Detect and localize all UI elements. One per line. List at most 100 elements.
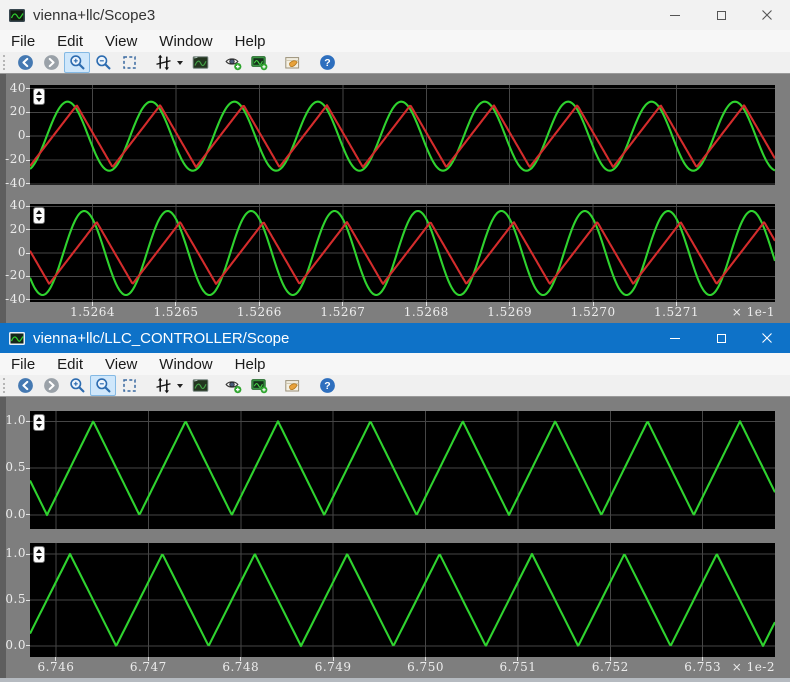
forward-button[interactable]: [38, 375, 64, 396]
minimize-button[interactable]: [652, 323, 698, 353]
titlebar[interactable]: vienna+llc/Scope3: [0, 0, 790, 30]
window-title: vienna+llc/Scope3: [33, 6, 156, 24]
zoom-out-button[interactable]: [90, 52, 116, 73]
display-settings-button[interactable]: [187, 52, 213, 73]
maximize-button[interactable]: [698, 0, 744, 30]
titlebar[interactable]: vienna+llc/LLC_CONTROLLER/Scope: [0, 323, 790, 353]
toolbar-grip[interactable]: [3, 378, 7, 393]
up-arrow-icon: [36, 210, 42, 214]
dropdown-caret-icon[interactable]: [177, 60, 183, 65]
window-title: vienna+llc/LLC_CONTROLLER/Scope: [33, 329, 290, 347]
help-button[interactable]: ?: [314, 52, 340, 73]
scope3-plot-2[interactable]: 40 20 0 -20 -40 1.5264 1.5265 1.5266 1.5267 1.526…: [5, 198, 775, 319]
fit-to-view-button[interactable]: [116, 375, 142, 396]
xtick-label: 1.5264: [70, 305, 116, 319]
scope-window-icon: [250, 377, 268, 394]
fit-to-view-button[interactable]: [116, 52, 142, 73]
menu-item-edit[interactable]: Edit: [46, 356, 94, 373]
minimize-icon: [670, 337, 680, 339]
ytick-label: 0: [17, 245, 26, 259]
axes-scaling-button[interactable]: [150, 52, 176, 73]
down-arrow-icon: [36, 424, 42, 428]
xtick-label: 6.752: [591, 660, 629, 674]
display-settings-button[interactable]: [187, 375, 213, 396]
maximize-icon: [716, 10, 726, 20]
forward-arrow-icon: [43, 54, 60, 71]
llc-scope-plot-1[interactable]: 1.0 0.5 0.0: [5, 411, 775, 529]
xtick-label: 1.5267: [320, 305, 366, 319]
xtick-label: 6.746: [37, 660, 75, 674]
zoom-in-button[interactable]: [64, 375, 90, 396]
menu-item-file[interactable]: File: [0, 356, 46, 373]
ytick-label: 0.5: [5, 592, 26, 606]
minimize-button[interactable]: [652, 0, 698, 30]
back-arrow-icon: [17, 377, 34, 394]
help-icon: ?: [319, 54, 336, 71]
dropdown-caret-icon[interactable]: [177, 383, 183, 388]
menu-item-help[interactable]: Help: [224, 356, 277, 373]
toolbar: ?: [0, 52, 790, 74]
ytick-mark: [26, 420, 30, 422]
open-scope-button[interactable]: [246, 375, 272, 396]
llc-scope-plot-2[interactable]: 1.0 0.5 0.0 6.746 6.747 6.748 6.749 6.750 6.751 6…: [5, 543, 775, 674]
ytick-label: 1.0: [5, 413, 26, 428]
signal-properties-button[interactable]: [279, 375, 305, 396]
menu-item-file[interactable]: File: [0, 33, 46, 50]
zoom-in-button[interactable]: [64, 52, 90, 73]
autoscale-widget-icon[interactable]: [33, 88, 45, 105]
minimize-icon: [670, 14, 680, 16]
menu-item-window[interactable]: Window: [148, 33, 223, 50]
ytick-label: 40: [9, 198, 26, 213]
forward-button[interactable]: [38, 52, 64, 73]
down-arrow-icon: [36, 217, 42, 221]
window-bottom-frame: [0, 678, 790, 682]
back-button[interactable]: [12, 52, 38, 73]
scope3-plot-1[interactable]: 40 20 0 -20 -40: [5, 81, 775, 190]
ytick-label: 0.5: [5, 460, 26, 475]
scope-canvas: 1.0 0.5 0.0 1.0 0.5 0.0 6.746 6.747 6.748 6.749 6…: [0, 396, 790, 678]
autoscale-widget-icon[interactable]: [33, 546, 45, 563]
xtick-label: 1.5269: [487, 305, 533, 319]
ytick-mark: [26, 159, 30, 161]
window-controls: [652, 323, 790, 353]
ytick-mark: [26, 514, 30, 516]
menu-item-edit[interactable]: Edit: [46, 33, 94, 50]
close-icon: [762, 333, 772, 343]
ytick-mark: [26, 183, 30, 185]
help-button[interactable]: ?: [314, 375, 340, 396]
menu-item-view[interactable]: View: [94, 33, 148, 50]
menu-item-window[interactable]: Window: [148, 356, 223, 373]
ytick-label: -20: [5, 152, 26, 166]
ytick-mark: [26, 299, 30, 301]
svg-text:?: ?: [324, 57, 330, 69]
autoscale-widget-icon[interactable]: [33, 207, 45, 224]
axes-scaling-button[interactable]: [150, 375, 176, 396]
maximize-button[interactable]: [698, 323, 744, 353]
ytick-mark: [26, 553, 30, 555]
ytick-mark: [26, 645, 30, 647]
autoscale-widget-icon[interactable]: [33, 414, 45, 431]
open-scope-button[interactable]: [246, 52, 272, 73]
canvas-left-strip: [0, 397, 6, 678]
forward-arrow-icon: [43, 377, 60, 394]
highlight-block-button[interactable]: [220, 52, 246, 73]
ytick-mark: [26, 88, 30, 90]
ytick-mark: [26, 135, 30, 137]
down-arrow-icon: [36, 556, 42, 560]
menu-item-help[interactable]: Help: [224, 33, 277, 50]
ytick-mark: [26, 205, 30, 207]
back-button[interactable]: [12, 375, 38, 396]
eye-highlight-icon: [224, 54, 242, 71]
signal-properties-button[interactable]: [279, 52, 305, 73]
ytick-mark: [26, 252, 30, 254]
close-button[interactable]: [744, 323, 790, 353]
zoom-in-icon: [69, 377, 86, 394]
zoom-out-button[interactable]: [90, 375, 116, 396]
close-button[interactable]: [744, 0, 790, 30]
toolbar-grip[interactable]: [3, 55, 7, 70]
highlight-block-button[interactable]: [220, 375, 246, 396]
xtick-label: 6.750: [407, 660, 444, 674]
menu-item-view[interactable]: View: [94, 356, 148, 373]
zoom-out-icon: [95, 377, 112, 394]
ytick-mark: [26, 275, 30, 277]
